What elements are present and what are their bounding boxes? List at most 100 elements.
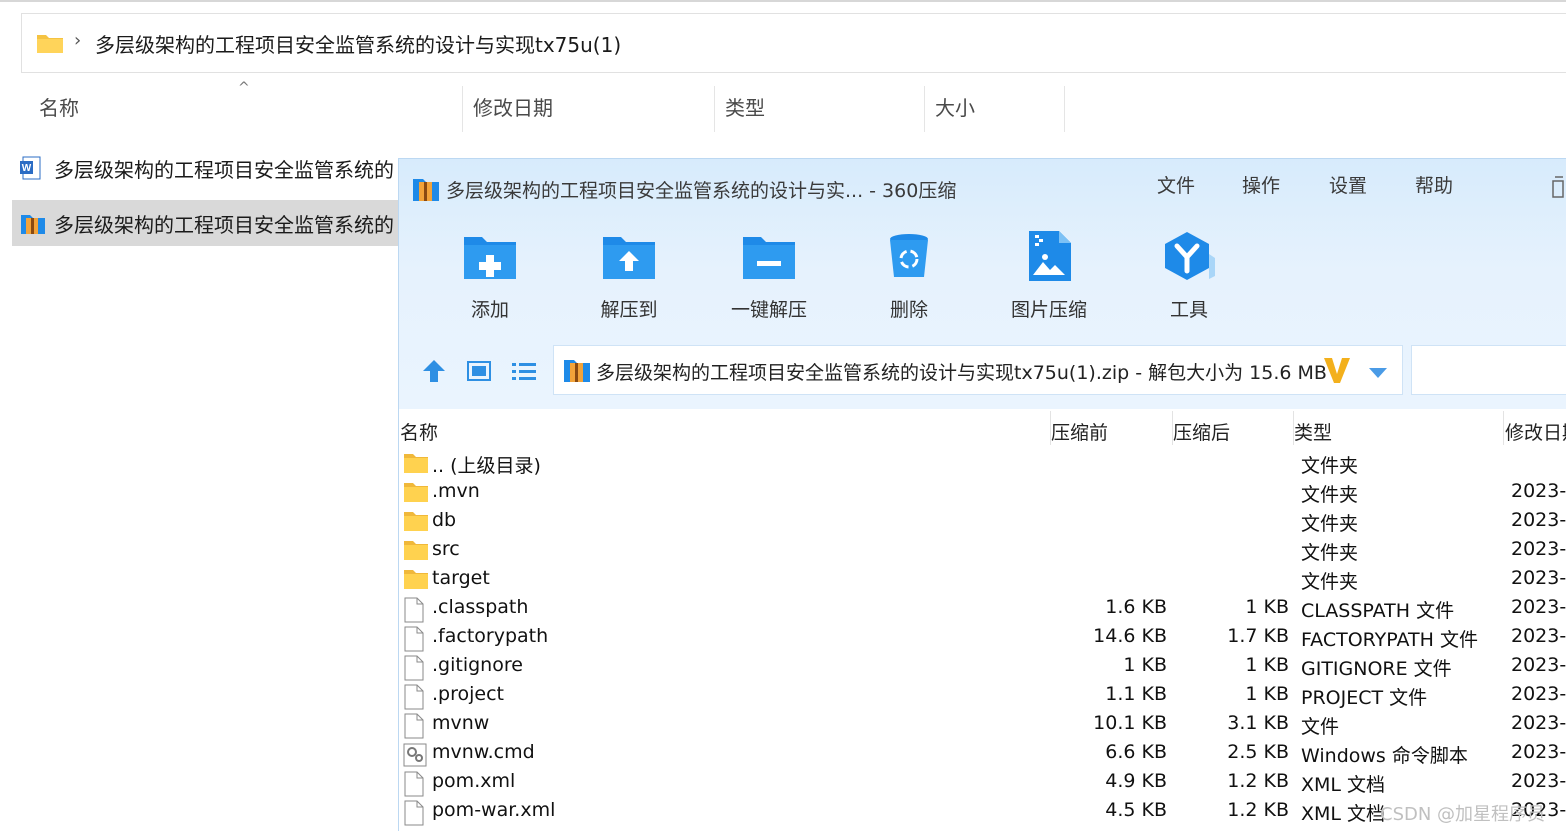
explorer-col-name[interactable]: 名称 [39,92,79,121]
column-divider [714,86,715,132]
image-compress-icon [1029,231,1071,281]
item-type: GITIGNORE 文件 [1301,658,1452,680]
col-name[interactable]: 名称 [400,418,438,445]
column-divider [462,86,463,132]
explorer-address-bar[interactable]: › 多层级架构的工程项目安全监管系统的设计与实现tx75u(1) [21,13,1566,73]
explorer-file-row-selected[interactable]: 多层级架构的工程项目安全监管系统的 [12,200,402,246]
archive-list-item[interactable]: mvnw.cmd 6.6 KB 2.5 KB Windows 命令脚本 2023-0 [399,739,1566,768]
folder-icon [36,32,64,58]
item-type: 文件夹 [1301,455,1359,477]
sort-ascending-icon: ^ [238,80,250,96]
archive-list-item[interactable]: .classpath 1.6 KB 1 KB CLASSPATH 文件 2023-0 [399,594,1566,623]
item-date: 2023-0 [1511,712,1566,734]
one-click-extract-button[interactable]: 一键解压 [714,231,824,321]
menu-settings[interactable]: 设置 [1329,171,1367,198]
item-name: db [432,509,457,531]
item-date: 2023-0 [1511,770,1566,792]
archive-list-item[interactable]: mvnw 10.1 KB 3.1 KB 文件 2023-0 [399,710,1566,739]
archive-list-item[interactable]: target 文件夹 2023-0 [399,565,1566,594]
recycle-bin-icon [890,234,928,277]
item-size-after: 1 KB [1245,654,1289,676]
explorer-path: 多层级架构的工程项目安全监管系统的设计与实现tx75u(1) [95,33,622,57]
folder-icon [403,539,429,565]
col-type[interactable]: 类型 [1294,418,1332,445]
archive-list-item[interactable]: src 文件夹 2023-0 [399,536,1566,565]
tools-button[interactable]: 工具 [1134,231,1244,321]
archive-path-bar[interactable]: 多层级架构的工程项目安全监管系统的设计与实现tx75u(1).zip - 解包大… [553,345,1403,395]
col-size-after[interactable]: 压缩后 [1173,418,1230,445]
item-size-before: 1.1 KB [1105,683,1167,705]
item-size-after: 1 KB [1245,683,1289,705]
extract-to-button[interactable]: 解压到 [574,231,684,321]
archive-list-item[interactable]: .mvn 文件夹 2023-0 [399,478,1566,507]
item-size-before: 4.5 KB [1105,799,1167,821]
item-date: 2023-0 [1511,625,1566,647]
column-divider [924,86,925,132]
item-date: 2023-0 [1511,741,1566,763]
archive-path-text: 多层级架构的工程项目安全监管系统的设计与实现tx75u(1).zip - 解包大… [596,362,1327,384]
window-title: 多层级架构的工程项目安全监管系统的设计与实... - 360压缩 [446,180,957,202]
item-date: 2023-0 [1511,567,1566,589]
item-type: 文件夹 [1301,571,1359,593]
explorer-file-name: 多层级架构的工程项目安全监管系统的 [54,213,394,237]
explorer-file-name: 多层级架构的工程项目安全监管系统的 [54,158,394,182]
item-type: XML 文档 [1301,774,1386,796]
archive-list-item[interactable]: .project 1.1 KB 1 KB PROJECT 文件 2023-0 [399,681,1566,710]
skin-icon[interactable] [1549,173,1566,201]
item-name: .gitignore [432,654,523,676]
thumbnail-view-icon[interactable] [466,359,492,387]
image-compress-button[interactable]: 图片压缩 [994,231,1104,321]
folder-icon [403,568,429,594]
add-label: 添加 [470,299,509,321]
item-size-before: 10.1 KB [1093,712,1167,734]
item-type: 文件夹 [1301,513,1359,535]
explorer-col-type[interactable]: 类型 [725,92,765,121]
item-date: 2023-0 [1511,596,1566,618]
explorer-col-date[interactable]: 修改日期 [473,92,553,121]
archive-list-item[interactable]: .gitignore 1 KB 1 KB GITIGNORE 文件 2023-0 [399,652,1566,681]
archive-list-item[interactable]: .factorypath 14.6 KB 1.7 KB FACTORYPATH 文件 2… [399,623,1566,652]
add-button[interactable]: 添加 [435,231,545,321]
archive-list-item[interactable]: db 文件夹 2023-0 [399,507,1566,536]
archiver-window[interactable]: 多层级架构的工程项目安全监管系统的设计与实... - 360压缩 文件 操作 设… [398,158,1566,831]
window-top-border [0,0,1566,2]
explorer-col-size[interactable]: 大小 [935,92,975,121]
one-click-extract-label: 一键解压 [730,299,807,321]
item-size-before: 6.6 KB [1105,741,1167,763]
folder-icon [403,481,429,507]
csdn-watermark: CSDN @加星程序员 [1380,804,1546,825]
item-date: 2023-0 [1511,683,1566,705]
word-doc-icon: W [20,156,42,184]
arrow-up-icon[interactable] [421,359,447,387]
menu-help[interactable]: 帮助 [1415,171,1453,198]
tools-icon [1165,232,1215,280]
search-input[interactable] [1411,345,1566,395]
col-size-before[interactable]: 压缩前 [1051,418,1108,445]
item-size-after: 1.2 KB [1227,799,1289,821]
archive-list-item[interactable]: pom.xml 4.9 KB 1.2 KB XML 文档 2023-0 [399,768,1566,797]
add-folder-icon [464,237,516,279]
chevron-down-icon[interactable] [1368,364,1388,383]
item-name: .project [432,683,504,705]
item-type: 文件夹 [1301,484,1359,506]
zip-archive-icon [20,211,46,239]
menu-file[interactable]: 文件 [1157,171,1195,198]
item-size-after: 2.5 KB [1227,741,1289,763]
folder-icon [403,452,429,478]
column-divider [1503,411,1504,445]
explorer-file-row[interactable]: W 多层级架构的工程项目安全监管系统的 [12,145,402,191]
col-modified[interactable]: 修改日期 [1505,418,1566,445]
column-divider [1064,86,1065,132]
svg-text:W: W [22,163,32,174]
item-type: PROJECT 文件 [1301,687,1428,709]
menu-operate[interactable]: 操作 [1242,171,1280,198]
verified-v-icon [1322,355,1352,389]
list-view-icon[interactable] [511,359,537,387]
item-type: 文件 [1301,716,1340,738]
extract-to-label: 解压到 [600,299,658,321]
file-icon [403,800,425,830]
item-size-after: 1 KB [1245,596,1289,618]
delete-button[interactable]: 删除 [854,231,964,321]
chevron-right-icon: › [74,30,82,51]
archive-list-item[interactable]: .. (上级目录) 文件夹 [399,449,1566,478]
